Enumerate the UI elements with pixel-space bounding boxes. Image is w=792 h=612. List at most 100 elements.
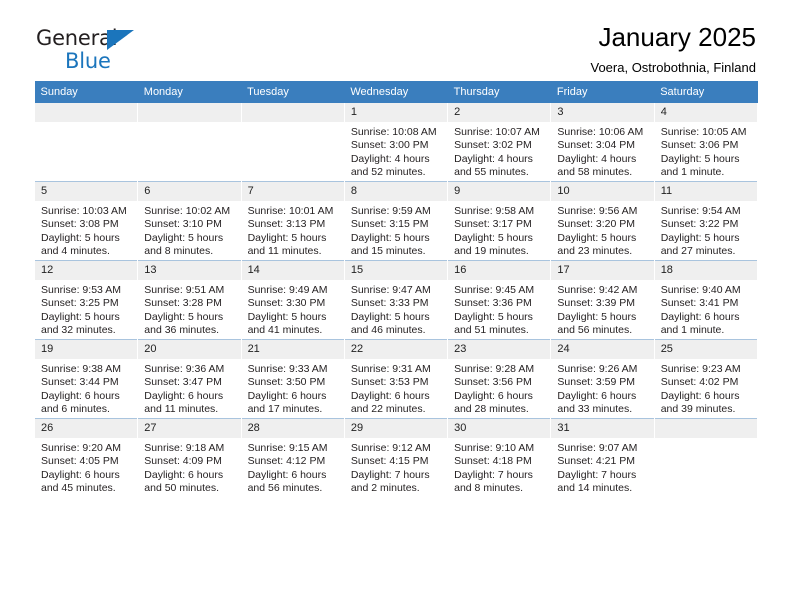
day-cell[interactable]: 26 Sunrise: 9:20 AM Sunset: 4:05 PM Dayligh… [33,418,139,497]
day-daylight-line: Daylight: 6 hours [247,389,327,402]
day-number: 10 [551,182,654,201]
day-cell[interactable]: 16 Sunrise: 9:45 AM Sunset: 3:36 PM Dayligh… [447,260,552,340]
day-sunrise-line: Sunrise: 10:06 AM [557,126,644,138]
day-cell[interactable]: 23 Sunrise: 9:28 AM Sunset: 3:56 PM Dayligh… [447,339,552,419]
day-daylight-line: and 6 minutes. [41,403,110,416]
day-sunset-line: Sunset: 3:13 PM [247,218,326,231]
day-cell[interactable]: 24 Sunrise: 9:26 AM Sunset: 3:59 PM Dayligh… [550,339,655,419]
day-cell-empty [240,103,345,182]
day-details: Sunrise: 9:53 AM Sunset: 3:25 PM Daylight:… [35,280,137,338]
day-daylight-line: Daylight: 6 hours [660,310,740,323]
calendar-week-row: 26 Sunrise: 9:20 AM Sunset: 4:05 PM Dayligh… [33,418,759,497]
day-sunset-line: Sunset: 4:15 PM [350,455,429,468]
day-cell[interactable]: 30 Sunrise: 9:10 AM Sunset: 4:18 PM Dayligh… [447,418,552,497]
day-number: 30 [448,419,551,438]
day-cell[interactable]: 5 Sunrise: 10:03 AM Sunset: 3:08 PM Dayligh… [33,181,139,261]
day-details: Sunrise: 9:40 AM Sunset: 3:41 PM Daylight:… [655,280,757,338]
day-daylight-line: Daylight: 7 hours [454,468,533,481]
day-cell[interactable]: 8 Sunrise: 9:59 AM Sunset: 3:15 PM Daylight… [343,181,449,261]
day-cell[interactable]: 19 Sunrise: 9:38 AM Sunset: 3:44 PM Dayligh… [33,339,139,419]
day-daylight-line: Daylight: 5 hours [247,231,327,244]
day-cell[interactable]: 6 Sunrise: 10:02 AM Sunset: 3:10 PM Dayligh… [137,181,242,261]
day-sunrise-line: Sunrise: 9:31 AM [350,363,431,375]
calendar-page: General Blue January 2025 Voera, Ostrobo… [0,0,792,612]
day-sunset-line: Sunset: 4:05 PM [41,455,119,468]
day-number: 20 [138,340,241,359]
day-cell[interactable]: 1 Sunrise: 10:08 AM Sunset: 3:00 PM Dayligh… [343,103,449,182]
day-daylight-line: and 45 minutes. [41,482,116,495]
day-number: 9 [448,182,551,201]
day-sunrise-line: Sunrise: 9:40 AM [660,284,741,296]
day-cell[interactable]: 10 Sunrise: 9:56 AM Sunset: 3:20 PM Dayligh… [550,181,655,261]
day-number: 12 [35,261,138,280]
day-details: Sunrise: 9:54 AM Sunset: 3:22 PM Daylight:… [655,201,757,259]
day-cell[interactable]: 20 Sunrise: 9:36 AM Sunset: 3:47 PM Dayligh… [137,339,242,419]
day-details: Sunrise: 10:03 AM Sunset: 3:08 PM Daylight… [35,201,137,259]
day-cell[interactable]: 15 Sunrise: 9:47 AM Sunset: 3:33 PM Dayligh… [343,260,449,340]
day-daylight-line: and 33 minutes. [557,403,633,416]
day-cell[interactable]: 11 Sunrise: 9:54 AM Sunset: 3:22 PM Dayligh… [653,181,759,261]
day-number: 13 [138,261,241,280]
day-sunrise-line: Sunrise: 10:08 AM [350,126,437,138]
day-cell[interactable]: 31 Sunrise: 9:07 AM Sunset: 4:21 PM Dayligh… [550,418,655,497]
day-daylight-line: and 28 minutes. [454,403,529,416]
day-daylight-line: Daylight: 4 hours [557,152,637,165]
day-sunset-line: Sunset: 3:28 PM [144,297,222,310]
day-cell[interactable]: 29 Sunrise: 9:12 AM Sunset: 4:15 PM Dayligh… [343,418,449,497]
day-details: Sunrise: 9:59 AM Sunset: 3:15 PM Daylight:… [345,201,447,259]
day-daylight-line: and 50 minutes. [144,482,219,495]
day-cell[interactable]: 7 Sunrise: 10:01 AM Sunset: 3:13 PM Dayligh… [240,181,345,261]
day-details: Sunrise: 9:18 AM Sunset: 4:09 PM Daylight:… [138,438,240,496]
day-sunrise-line: Sunrise: 9:45 AM [454,284,535,296]
day-details: Sunrise: 9:15 AM Sunset: 4:12 PM Daylight:… [242,438,344,496]
day-daylight-line: Daylight: 4 hours [350,152,430,165]
day-details: Sunrise: 10:08 AM Sunset: 3:00 PM Daylight… [345,122,447,180]
day-number [138,103,241,122]
day-cell[interactable]: 22 Sunrise: 9:31 AM Sunset: 3:53 PM Dayligh… [343,339,449,419]
day-details: Sunrise: 9:07 AM Sunset: 4:21 PM Daylight:… [551,438,653,496]
day-daylight-line: Daylight: 5 hours [41,310,120,323]
day-cell[interactable]: 12 Sunrise: 9:53 AM Sunset: 3:25 PM Dayligh… [33,260,139,340]
day-cell[interactable]: 4 Sunrise: 10:05 AM Sunset: 3:06 PM Dayligh… [653,103,759,182]
day-sunrise-line: Sunrise: 9:51 AM [144,284,225,296]
brand-logo[interactable]: General Blue [36,28,266,76]
day-cell[interactable]: 28 Sunrise: 9:15 AM Sunset: 4:12 PM Dayligh… [240,418,345,497]
day-cell[interactable]: 27 Sunrise: 9:18 AM Sunset: 4:09 PM Dayligh… [137,418,242,497]
day-details: Sunrise: 10:02 AM Sunset: 3:10 PM Daylight… [138,201,240,259]
day-cell[interactable]: 21 Sunrise: 9:33 AM Sunset: 3:50 PM Dayligh… [240,339,345,419]
day-daylight-line: and 2 minutes. [350,482,420,495]
day-cell[interactable]: 25 Sunrise: 9:23 AM Sunset: 4:02 PM Dayligh… [653,339,759,419]
day-sunrise-line: Sunrise: 9:56 AM [557,205,638,217]
day-details: Sunrise: 9:10 AM Sunset: 4:18 PM Daylight:… [448,438,550,496]
day-sunset-line: Sunset: 3:39 PM [557,297,636,310]
page-header: General Blue January 2025 Voera, Ostrobo… [34,0,758,78]
day-cell[interactable]: 9 Sunrise: 9:58 AM Sunset: 3:17 PM Daylight… [447,181,552,261]
day-sunset-line: Sunset: 3:44 PM [41,376,119,389]
day-sunrise-line: Sunrise: 10:02 AM [144,205,231,217]
day-number: 26 [35,419,138,438]
day-daylight-line: and 56 minutes. [557,324,633,337]
day-cell[interactable]: 2 Sunrise: 10:07 AM Sunset: 3:02 PM Dayligh… [447,103,552,182]
day-daylight-line: and 11 minutes. [144,403,219,416]
day-daylight-line: Daylight: 5 hours [350,231,430,244]
day-daylight-line: and 39 minutes. [660,403,736,416]
day-cell[interactable]: 17 Sunrise: 9:42 AM Sunset: 3:39 PM Dayligh… [550,260,655,340]
day-daylight-line: Daylight: 6 hours [454,389,533,402]
day-number: 29 [344,419,448,438]
day-sunset-line: Sunset: 4:18 PM [454,455,532,468]
day-cell[interactable]: 13 Sunrise: 9:51 AM Sunset: 3:28 PM Dayligh… [137,260,242,340]
day-sunset-line: Sunset: 3:36 PM [454,297,532,310]
day-number: 8 [344,182,448,201]
day-number [35,103,138,122]
day-daylight-line: and 32 minutes. [41,324,116,337]
day-daylight-line: Daylight: 5 hours [454,310,533,323]
day-sunrise-line: Sunrise: 9:53 AM [41,284,121,296]
day-sunrise-line: Sunrise: 9:36 AM [144,363,225,375]
day-sunrise-line: Sunrise: 9:59 AM [350,205,431,217]
day-sunrise-line: Sunrise: 10:07 AM [454,126,540,138]
day-cell[interactable]: 14 Sunrise: 9:49 AM Sunset: 3:30 PM Dayligh… [240,260,345,340]
day-cell[interactable]: 3 Sunrise: 10:06 AM Sunset: 3:04 PM Dayligh… [550,103,655,182]
day-details: Sunrise: 10:05 AM Sunset: 3:06 PM Daylight… [655,122,757,180]
day-cell-empty [653,418,759,497]
day-cell[interactable]: 18 Sunrise: 9:40 AM Sunset: 3:41 PM Dayligh… [653,260,759,340]
